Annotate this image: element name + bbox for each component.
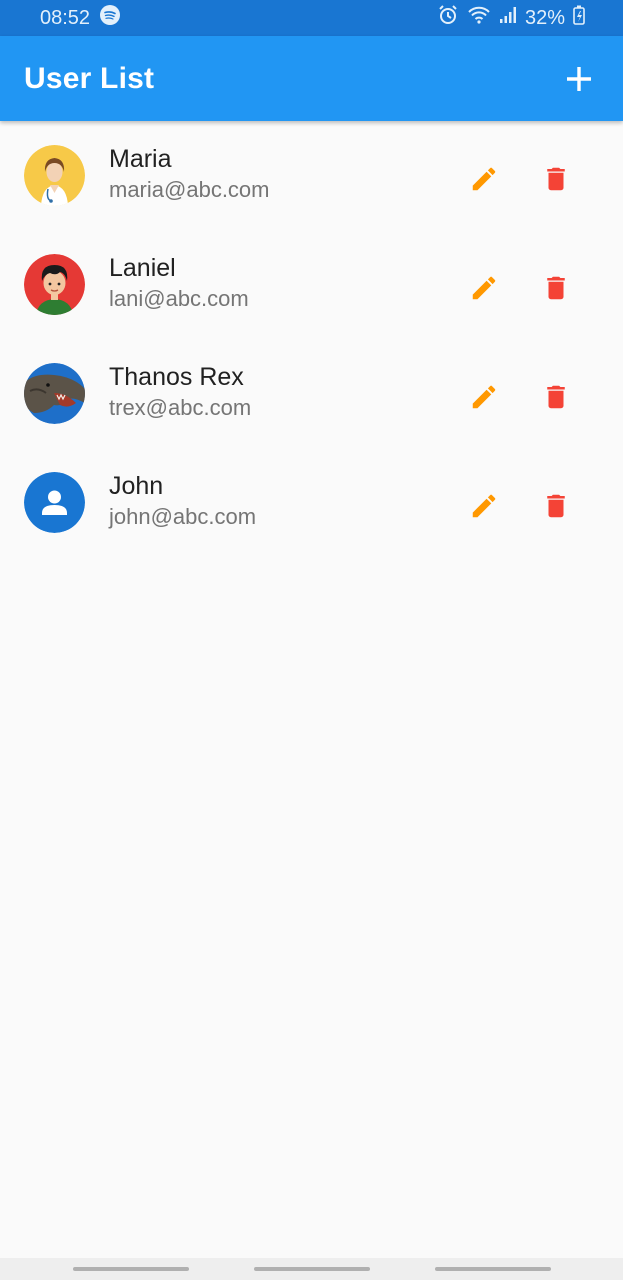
user-list: Maria maria@abc.com Laniel lani@abc.com … bbox=[0, 121, 623, 557]
nav-pill-right[interactable] bbox=[434, 1267, 551, 1271]
edit-button[interactable] bbox=[462, 375, 506, 419]
user-name: John bbox=[109, 472, 164, 500]
pencil-icon bbox=[472, 276, 496, 300]
status-left: 08:52 bbox=[40, 5, 121, 31]
status-time: 08:52 bbox=[40, 6, 91, 29]
pencil-icon bbox=[472, 167, 496, 191]
edit-button[interactable] bbox=[462, 266, 506, 310]
trash-icon bbox=[547, 385, 565, 409]
user-email: lani@abc.com bbox=[109, 286, 249, 311]
user-text: Laniel lani@abc.com bbox=[109, 252, 249, 314]
user-text: Maria maria@abc.com bbox=[109, 143, 270, 205]
dinosaur-avatar bbox=[24, 363, 85, 424]
edit-button[interactable] bbox=[462, 157, 506, 201]
nav-pill-center[interactable] bbox=[253, 1267, 370, 1271]
wifi-icon bbox=[467, 5, 491, 31]
delete-button[interactable] bbox=[534, 157, 578, 201]
trash-icon bbox=[547, 276, 565, 300]
nav-pill-left[interactable] bbox=[72, 1267, 189, 1271]
user-email: maria@abc.com bbox=[109, 177, 270, 202]
user-name: Laniel bbox=[109, 254, 176, 282]
user-email: john@abc.com bbox=[109, 504, 257, 529]
delete-button[interactable] bbox=[534, 484, 578, 528]
spotify-icon bbox=[100, 5, 121, 31]
battery-text: 32% bbox=[524, 6, 565, 29]
delete-button[interactable] bbox=[534, 375, 578, 419]
user-text: John john@abc.com bbox=[109, 470, 256, 532]
user-name: Maria bbox=[109, 145, 172, 173]
page-title: User List bbox=[24, 61, 155, 95]
trash-icon bbox=[547, 167, 565, 191]
doctor-avatar bbox=[24, 145, 85, 206]
boy-avatar bbox=[24, 254, 85, 315]
list-item[interactable]: Maria maria@abc.com bbox=[0, 121, 623, 230]
list-item[interactable]: Thanos Rex trex@abc.com bbox=[0, 339, 623, 448]
battery-charging-icon bbox=[573, 5, 585, 31]
status-bar: 08:52 32% bbox=[0, 0, 623, 36]
user-text: Thanos Rex trex@abc.com bbox=[109, 361, 251, 423]
pencil-icon bbox=[472, 494, 496, 518]
add-icon bbox=[567, 66, 591, 91]
add-user-button[interactable] bbox=[559, 59, 599, 99]
app-bar: User List bbox=[0, 36, 623, 121]
edit-button[interactable] bbox=[462, 484, 506, 528]
trash-icon bbox=[547, 494, 565, 518]
list-item[interactable]: John john@abc.com bbox=[0, 448, 623, 557]
list-item[interactable]: Laniel lani@abc.com bbox=[0, 230, 623, 339]
status-right: 32% bbox=[437, 4, 585, 32]
signal-icon bbox=[499, 6, 517, 30]
default-person-avatar bbox=[24, 472, 85, 533]
alarm-icon bbox=[437, 4, 459, 32]
pencil-icon bbox=[472, 385, 496, 409]
delete-button[interactable] bbox=[534, 266, 578, 310]
user-name: Thanos Rex bbox=[109, 363, 244, 391]
gesture-nav-bar bbox=[0, 1258, 623, 1280]
user-email: trex@abc.com bbox=[109, 395, 252, 420]
